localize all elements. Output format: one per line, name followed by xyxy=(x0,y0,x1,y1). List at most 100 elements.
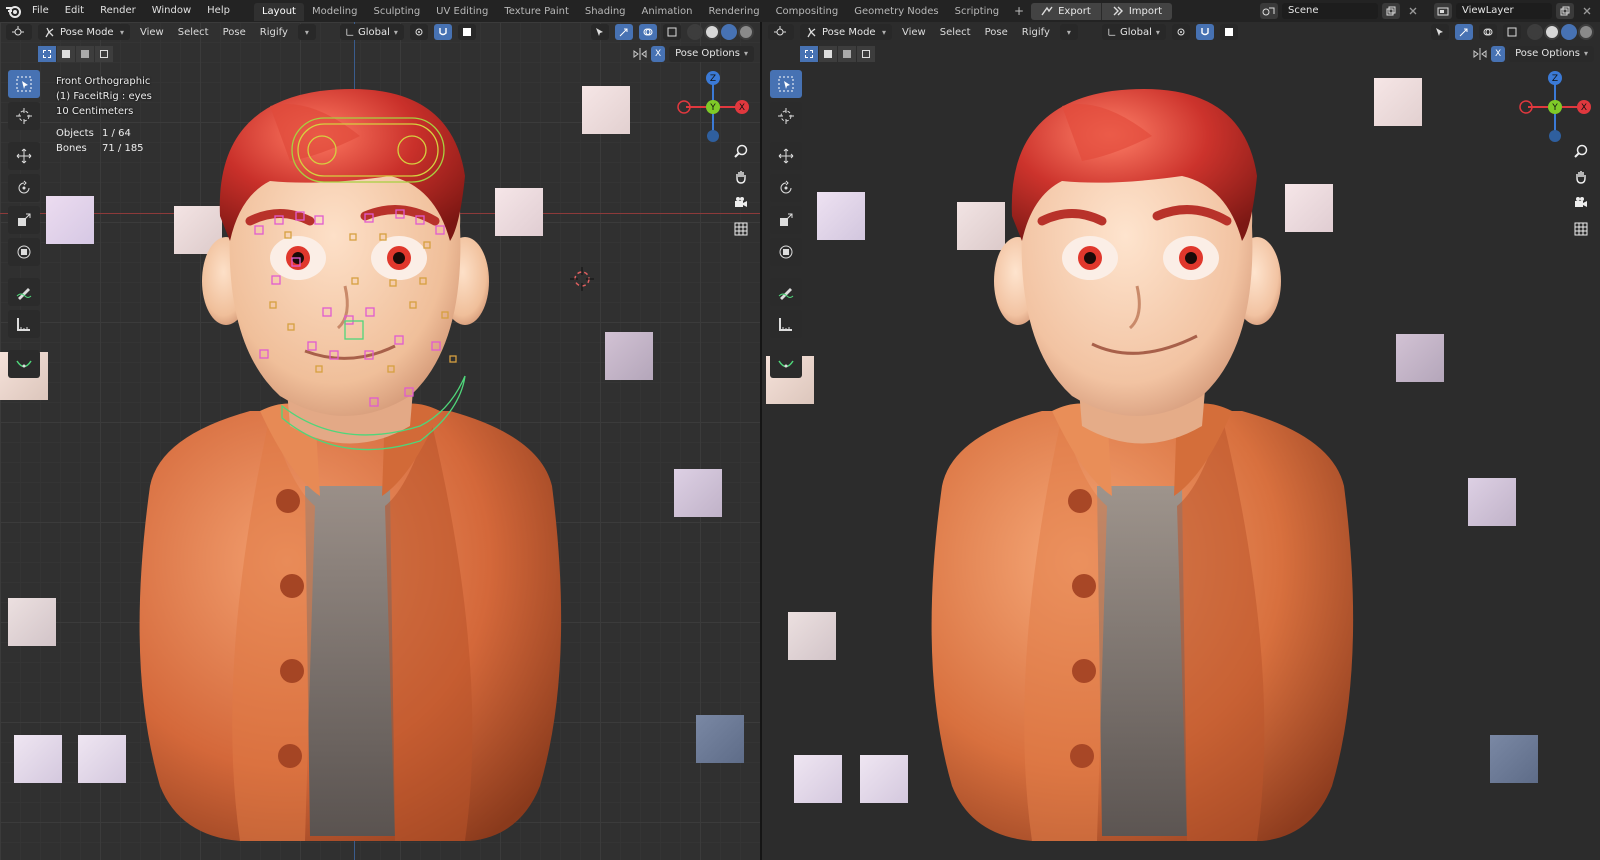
tab-modeling[interactable]: Modeling xyxy=(304,3,366,21)
tool-select-box[interactable] xyxy=(770,70,802,98)
gizmo-toggle[interactable] xyxy=(1455,24,1473,40)
wireframe-shading-button[interactable] xyxy=(687,24,703,40)
menu-rigify[interactable]: Rigify xyxy=(1018,27,1054,38)
tool-annotate[interactable] xyxy=(770,278,802,306)
viewport-right[interactable]: Pose Mode ▾ View Select Pose Rigify ▾ Gl… xyxy=(762,22,1600,860)
view-layer-field[interactable]: ViewLayer xyxy=(1456,3,1552,19)
overlay-toggle[interactable] xyxy=(1479,24,1497,40)
rigify-extra-dropdown[interactable]: ▾ xyxy=(297,24,316,40)
tab-compositing[interactable]: Compositing xyxy=(768,3,847,21)
solid-shading-button[interactable] xyxy=(1544,24,1560,40)
pivot-point-button[interactable] xyxy=(1171,24,1190,40)
menu-file[interactable]: File xyxy=(24,0,57,22)
new-view-layer-button[interactable] xyxy=(1556,3,1574,19)
overlay-toggle[interactable] xyxy=(639,24,657,40)
tool-annotate[interactable] xyxy=(8,278,40,306)
menu-select[interactable]: Select xyxy=(936,27,975,38)
select-extend-button[interactable] xyxy=(57,46,75,62)
mirror-icon[interactable] xyxy=(633,48,647,60)
menu-edit[interactable]: Edit xyxy=(57,0,92,22)
export-button[interactable]: Export xyxy=(1031,3,1101,20)
tool-scale[interactable] xyxy=(770,206,802,234)
select-set-button[interactable] xyxy=(800,46,818,62)
menu-select[interactable]: Select xyxy=(174,27,213,38)
tool-rotate[interactable] xyxy=(8,174,40,202)
transform-orientation-selector[interactable]: Global ▾ xyxy=(1101,24,1166,40)
delete-scene-button[interactable] xyxy=(1404,3,1422,19)
pose-options-dropdown[interactable]: Pose Options ▾ xyxy=(1509,46,1594,62)
character-model-rigged[interactable] xyxy=(120,66,590,858)
import-button[interactable]: Import xyxy=(1100,2,1172,20)
rendered-shading-button[interactable] xyxy=(1578,24,1594,40)
tab-rendering[interactable]: Rendering xyxy=(700,3,767,21)
delete-view-layer-button[interactable] xyxy=(1578,3,1596,19)
select-intersect-button[interactable] xyxy=(95,46,113,62)
menu-help[interactable]: Help xyxy=(199,0,238,22)
menu-render[interactable]: Render xyxy=(92,0,144,22)
x-mirror-toggle[interactable]: X xyxy=(651,46,666,62)
zoom-button[interactable] xyxy=(730,140,752,162)
snap-target-button[interactable] xyxy=(1219,24,1238,40)
transform-orientation-selector[interactable]: Global ▾ xyxy=(339,24,404,40)
mirror-icon[interactable] xyxy=(1473,48,1487,60)
selectability-button[interactable] xyxy=(591,24,609,40)
perspective-toggle-button[interactable] xyxy=(1570,218,1592,240)
navigation-gizmo[interactable]: Z Y X xyxy=(676,70,750,144)
tool-pose-slider[interactable] xyxy=(770,350,802,378)
select-subtract-button[interactable] xyxy=(838,46,856,62)
tool-transform[interactable] xyxy=(8,238,40,266)
tool-select-box[interactable] xyxy=(8,70,40,98)
xray-toggle[interactable] xyxy=(663,24,681,40)
xray-toggle[interactable] xyxy=(1503,24,1521,40)
tool-scale[interactable] xyxy=(8,206,40,234)
select-extend-button[interactable] xyxy=(819,46,837,62)
pivot-point-button[interactable] xyxy=(409,24,428,40)
x-mirror-toggle[interactable]: X xyxy=(1491,46,1506,62)
character-model-rendered[interactable] xyxy=(912,66,1382,858)
tab-layout[interactable]: Layout xyxy=(253,3,304,21)
tab-uv-editing[interactable]: UV Editing xyxy=(428,3,496,21)
mode-selector[interactable]: Pose Mode ▾ xyxy=(800,24,892,40)
wireframe-shading-button[interactable] xyxy=(1527,24,1543,40)
selectability-button[interactable] xyxy=(1431,24,1449,40)
viewport-left[interactable]: Pose Mode ▾ View Select Pose Rigify ▾ Gl… xyxy=(0,22,760,860)
tool-measure[interactable] xyxy=(770,310,802,338)
menu-view[interactable]: View xyxy=(898,27,930,38)
navigation-gizmo[interactable]: Z Y X xyxy=(1518,70,1592,144)
snap-target-button[interactable] xyxy=(457,24,476,40)
menu-pose[interactable]: Pose xyxy=(981,27,1012,38)
add-workspace-button[interactable]: + xyxy=(1011,4,1027,18)
menu-window[interactable]: Window xyxy=(144,0,199,22)
scene-browse-button[interactable] xyxy=(1260,3,1278,19)
editor-type-button[interactable] xyxy=(6,24,32,40)
rigify-extra-dropdown[interactable]: ▾ xyxy=(1059,24,1078,40)
tab-shading[interactable]: Shading xyxy=(577,3,634,21)
view-layer-browse-button[interactable] xyxy=(1434,3,1452,19)
select-set-button[interactable] xyxy=(38,46,56,62)
tab-scripting[interactable]: Scripting xyxy=(947,3,1007,21)
tab-geometry-nodes[interactable]: Geometry Nodes xyxy=(846,3,946,21)
tool-transform[interactable] xyxy=(770,238,802,266)
menu-view[interactable]: View xyxy=(136,27,168,38)
pose-options-dropdown[interactable]: Pose Options ▾ xyxy=(669,46,754,62)
tool-measure[interactable] xyxy=(8,310,40,338)
select-subtract-button[interactable] xyxy=(76,46,94,62)
snap-toggle[interactable] xyxy=(433,24,452,40)
tab-sculpting[interactable]: Sculpting xyxy=(365,3,428,21)
tool-pose-slider[interactable] xyxy=(8,350,40,378)
scene-name-field[interactable]: Scene xyxy=(1282,3,1378,19)
menu-rigify[interactable]: Rigify xyxy=(256,27,292,38)
camera-view-button[interactable] xyxy=(730,192,752,214)
blender-logo-icon[interactable] xyxy=(2,0,24,22)
editor-type-button[interactable] xyxy=(768,24,794,40)
zoom-button[interactable] xyxy=(1570,140,1592,162)
menu-pose[interactable]: Pose xyxy=(219,27,250,38)
pan-button[interactable] xyxy=(1570,166,1592,188)
tool-move[interactable] xyxy=(8,142,40,170)
solid-shading-button[interactable] xyxy=(704,24,720,40)
material-shading-button[interactable] xyxy=(1561,24,1577,40)
tool-rotate[interactable] xyxy=(770,174,802,202)
new-scene-button[interactable] xyxy=(1382,3,1400,19)
material-shading-button[interactable] xyxy=(721,24,737,40)
tool-move[interactable] xyxy=(770,142,802,170)
